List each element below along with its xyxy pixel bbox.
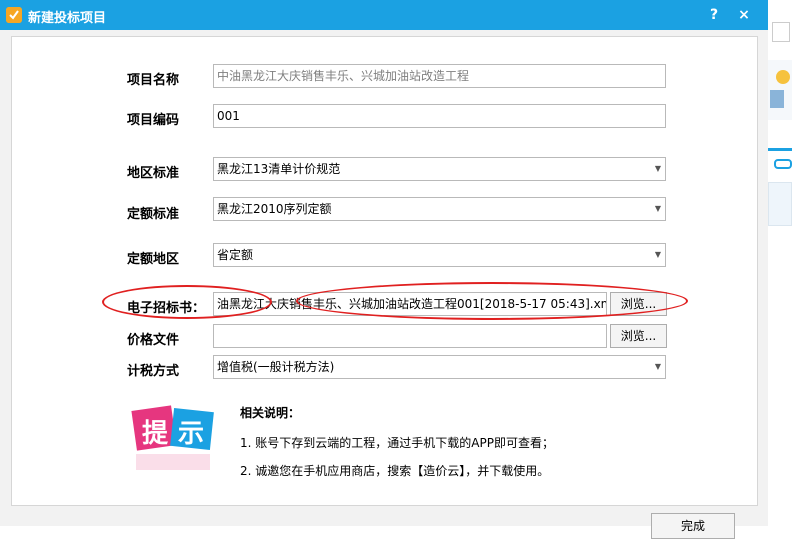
done-button[interactable]: 完成 xyxy=(651,513,735,539)
background-tab-icon xyxy=(774,159,792,169)
tip-logo-icon: 提 示 xyxy=(130,400,214,478)
help-button[interactable]: ? xyxy=(704,5,724,25)
quota-standard-label: 定额标准 xyxy=(127,207,180,222)
background-app-icon xyxy=(770,90,784,108)
tip-logo-char-2: 示 xyxy=(178,419,204,449)
background-panel xyxy=(768,182,792,226)
tax-method-label: 计税方式 xyxy=(127,364,180,379)
region-standard-select[interactable]: 黑龙江13清单计价规范 ▼ xyxy=(213,157,666,181)
chevron-down-icon: ▼ xyxy=(654,250,661,259)
background-tab xyxy=(768,148,792,181)
notes-title: 相关说明： xyxy=(240,406,301,420)
background-app xyxy=(768,0,792,526)
region-standard-label: 地区标准 xyxy=(127,166,180,181)
quota-standard-value: 黑龙江2010序列定额 xyxy=(217,202,332,216)
project-name-field[interactable]: 中油黑龙江大庆销售丰乐、兴城加油站改造工程 xyxy=(213,64,666,88)
title-bar[interactable]: 新建投标项目 ? × xyxy=(0,0,768,30)
chevron-down-icon: ▼ xyxy=(654,204,661,213)
quota-region-value: 省定额 xyxy=(217,248,254,262)
close-button[interactable]: × xyxy=(734,5,754,25)
app-logo-icon xyxy=(6,7,22,23)
background-app-icon xyxy=(776,70,790,84)
price-file-label: 价格文件 xyxy=(127,333,180,348)
tip-logo-char-1: 提 xyxy=(142,419,169,449)
price-file-field[interactable] xyxy=(213,324,607,348)
chevron-down-icon: ▼ xyxy=(654,362,661,371)
quota-region-label: 定额地区 xyxy=(127,252,180,267)
quota-region-select[interactable]: 省定额 ▼ xyxy=(213,243,666,267)
background-toolbar xyxy=(768,60,792,120)
project-code-field[interactable]: 001 xyxy=(213,104,666,128)
tax-method-select[interactable]: 增值税(一般计税方法) ▼ xyxy=(213,355,666,379)
project-code-label: 项目编码 xyxy=(127,113,180,128)
annotation-ellipse xyxy=(296,282,688,320)
note-item-1: 1. 账号下存到云端的工程，通过手机下载的APP即可查看； xyxy=(240,436,554,450)
region-standard-value: 黑龙江13清单计价规范 xyxy=(217,162,341,176)
window-title: 新建投标项目 xyxy=(28,11,107,26)
quota-standard-select[interactable]: 黑龙江2010序列定额 ▼ xyxy=(213,197,666,221)
background-dropdown xyxy=(772,22,790,42)
new-bid-project-dialog: 新建投标项目 ? × 项目名称 中油黑龙江大庆销售丰乐、兴城加油站改造工程 项目… xyxy=(0,0,769,539)
tax-method-value: 增值税(一般计税方法) xyxy=(217,360,335,374)
price-file-browse-button[interactable]: 浏览... xyxy=(610,324,667,348)
note-item-2: 2. 诚邀您在手机应用商店，搜索【造价云】，并下载使用。 xyxy=(240,464,550,478)
annotation-ellipse xyxy=(102,285,272,319)
chevron-down-icon: ▼ xyxy=(654,164,661,173)
project-name-label: 项目名称 xyxy=(127,73,180,88)
